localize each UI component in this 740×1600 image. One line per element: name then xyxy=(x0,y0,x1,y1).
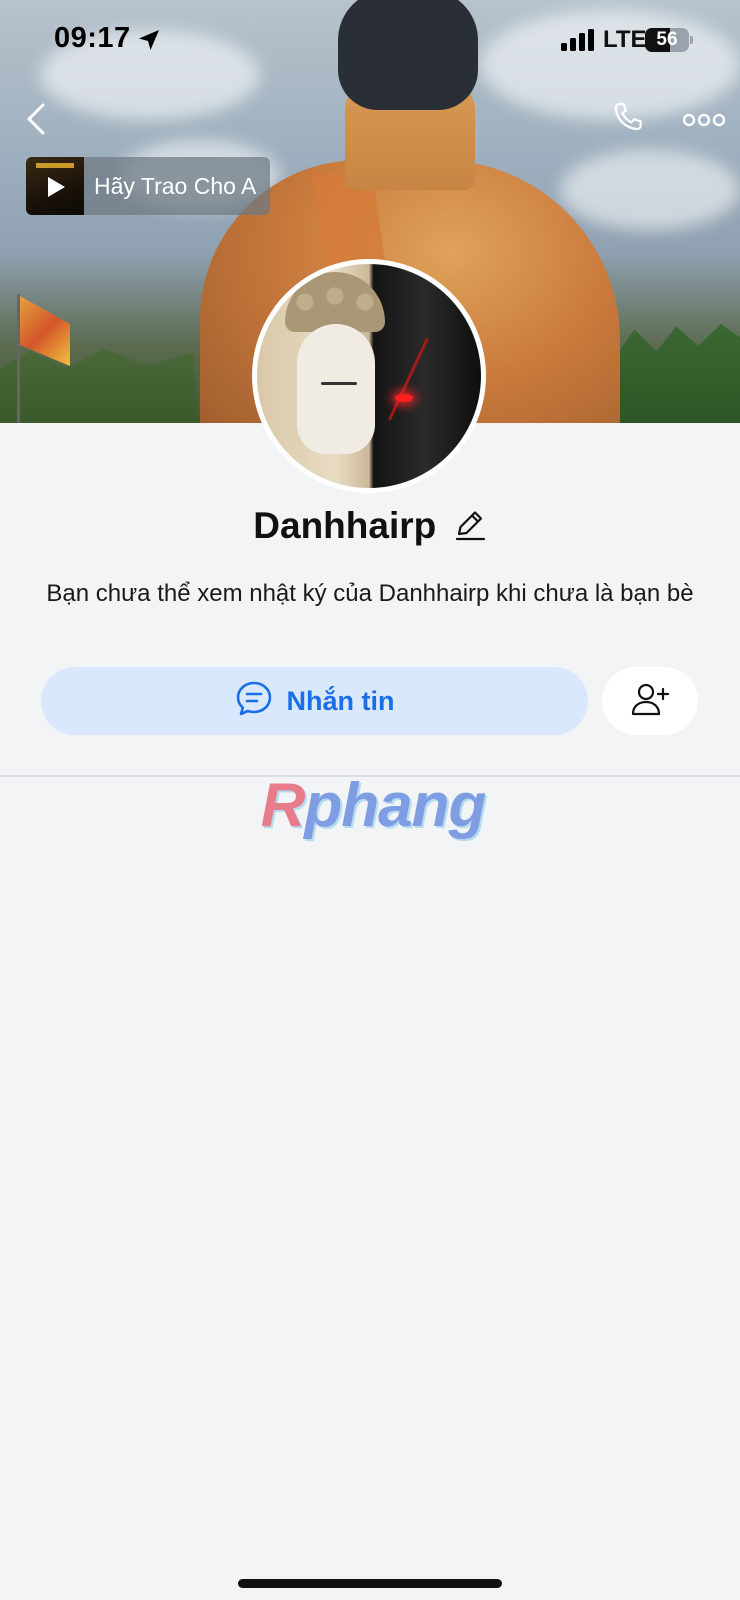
home-indicator[interactable] xyxy=(238,1579,502,1588)
avatar[interactable] xyxy=(252,259,486,493)
watermark-first-letter: R xyxy=(260,771,306,840)
chat-bubble-icon xyxy=(235,680,273,723)
network-type: LTE xyxy=(603,26,647,53)
avatar-buddha-curls xyxy=(285,272,385,332)
avatar-image xyxy=(257,264,481,488)
battery-icon: 56 xyxy=(645,28,689,52)
profile-music-player[interactable]: Hãy Trao Cho A xyxy=(26,157,270,215)
avatar-buddha-eye xyxy=(321,382,357,385)
call-button[interactable] xyxy=(604,98,652,144)
avatar-demon-eye xyxy=(395,394,413,402)
location-arrow-icon xyxy=(137,28,161,57)
add-friend-button[interactable] xyxy=(602,667,698,735)
status-time: 09:17 xyxy=(54,22,131,54)
profile-name-row: Danhhairp xyxy=(0,505,740,547)
watermark-rest: phang xyxy=(304,771,486,840)
profile-name: Danhhairp xyxy=(253,505,437,546)
music-cover-band xyxy=(36,163,74,168)
cover-flag-pole xyxy=(17,294,20,423)
avatar-buddha-face xyxy=(297,324,375,454)
pencil-icon[interactable] xyxy=(453,507,487,546)
back-button[interactable] xyxy=(18,98,54,144)
message-button[interactable]: Nhắn tin xyxy=(41,667,588,735)
avatar-demon-vein xyxy=(388,337,429,421)
battery-nub xyxy=(690,36,693,44)
battery-level: 56 xyxy=(656,29,678,50)
music-title: Hãy Trao Cho A xyxy=(94,173,257,199)
phone-icon xyxy=(609,100,647,143)
music-cover-thumbnail xyxy=(26,157,84,215)
watermark-logo: Rphang xyxy=(258,770,488,841)
privacy-notice: Bạn chưa thể xem nhật ký của Danhhairp k… xyxy=(46,580,694,607)
message-button-label: Nhắn tin xyxy=(286,685,395,716)
more-button[interactable] xyxy=(678,104,730,140)
status-bar: 09:17 LTE 56 xyxy=(0,0,740,80)
signal-bars-icon xyxy=(561,29,595,56)
more-dots-icon xyxy=(682,112,726,133)
add-friend-icon xyxy=(630,681,670,722)
chevron-left-icon xyxy=(26,103,46,140)
play-icon[interactable] xyxy=(42,174,68,205)
